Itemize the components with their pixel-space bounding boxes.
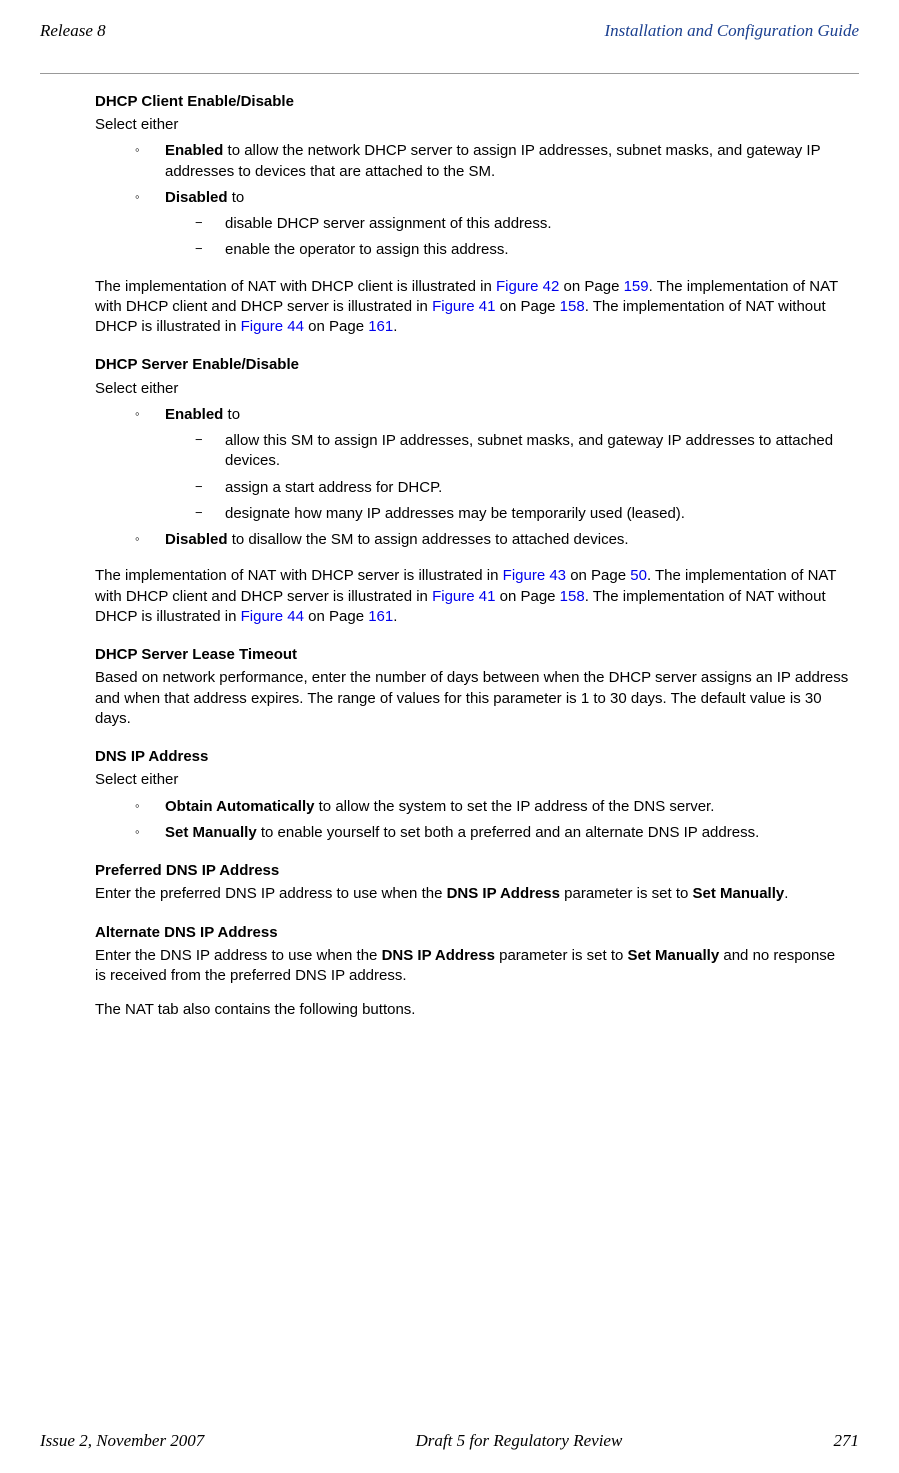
s2-para: The implementation of NAT with DHCP serv… bbox=[95, 566, 849, 627]
s2-intro: Select either bbox=[95, 379, 849, 399]
footer-draft: Draft 5 for Regulatory Review bbox=[416, 1430, 623, 1453]
s1-item2-text: to bbox=[228, 189, 245, 206]
footer-issue: Issue 2, November 2007 bbox=[40, 1430, 204, 1453]
s1-item-enabled: Enabled to allow the network DHCP server… bbox=[135, 141, 849, 182]
page-header: Release 8 Installation and Configuration… bbox=[40, 20, 859, 43]
link-page-161b[interactable]: 161 bbox=[368, 608, 393, 625]
s4-item2-bold: Set Manually bbox=[165, 824, 257, 841]
s4-item-manual: Set Manually to enable yourself to set b… bbox=[135, 823, 849, 843]
s2-item2-bold: Disabled bbox=[165, 531, 228, 548]
header-release: Release 8 bbox=[40, 20, 106, 43]
s4-item1-bold: Obtain Automatically bbox=[165, 798, 314, 815]
header-rule bbox=[40, 73, 859, 74]
s3-para: Based on network performance, enter the … bbox=[95, 668, 849, 729]
s2-sub2: assign a start address for DHCP. bbox=[195, 478, 849, 498]
link-figure-44a[interactable]: Figure 44 bbox=[241, 318, 304, 335]
s2-item2-text: to disallow the SM to assign addresses t… bbox=[228, 531, 629, 548]
footer-page-number: 271 bbox=[834, 1430, 860, 1453]
link-page-158b[interactable]: 158 bbox=[560, 588, 585, 605]
s2-sublist: allow this SM to assign IP addresses, su… bbox=[165, 431, 849, 524]
s1-item1-text: to allow the network DHCP server to assi… bbox=[165, 142, 820, 179]
s2-list: Enabled to allow this SM to assign IP ad… bbox=[95, 405, 849, 551]
s4-heading: DNS IP Address bbox=[95, 747, 849, 767]
s5-para: Enter the preferred DNS IP address to us… bbox=[95, 884, 849, 904]
s1-sub2: enable the operator to assign this addre… bbox=[195, 240, 849, 260]
link-page-159[interactable]: 159 bbox=[624, 278, 649, 295]
link-figure-41a[interactable]: Figure 41 bbox=[432, 298, 495, 315]
s6-para: Enter the DNS IP address to use when the… bbox=[95, 946, 849, 987]
s4-item2-text: to enable yourself to set both a preferr… bbox=[257, 824, 760, 841]
content-body: DHCP Client Enable/Disable Select either… bbox=[95, 92, 849, 1021]
s1-heading: DHCP Client Enable/Disable bbox=[95, 92, 849, 112]
s2-item-disabled: Disabled to disallow the SM to assign ad… bbox=[135, 530, 849, 550]
link-page-158a[interactable]: 158 bbox=[560, 298, 585, 315]
s2-sub3: designate how many IP addresses may be t… bbox=[195, 504, 849, 524]
s2-item-enabled: Enabled to allow this SM to assign IP ad… bbox=[135, 405, 849, 524]
s3-heading: DHCP Server Lease Timeout bbox=[95, 645, 849, 665]
link-figure-42[interactable]: Figure 42 bbox=[496, 278, 559, 295]
s4-intro: Select either bbox=[95, 770, 849, 790]
s4-item1-text: to allow the system to set the IP addres… bbox=[314, 798, 714, 815]
link-figure-44b[interactable]: Figure 44 bbox=[241, 608, 304, 625]
page-footer: Issue 2, November 2007 Draft 5 for Regul… bbox=[40, 1430, 859, 1453]
s2-sub1: allow this SM to assign IP addresses, su… bbox=[195, 431, 849, 472]
link-figure-41b[interactable]: Figure 41 bbox=[432, 588, 495, 605]
link-page-161a[interactable]: 161 bbox=[368, 318, 393, 335]
s1-item2-bold: Disabled bbox=[165, 189, 228, 206]
s1-sublist: disable DHCP server assignment of this a… bbox=[165, 214, 849, 261]
link-figure-43[interactable]: Figure 43 bbox=[503, 567, 566, 584]
s2-item1-bold: Enabled bbox=[165, 406, 223, 423]
s1-item1-bold: Enabled bbox=[165, 142, 223, 159]
s1-para: The implementation of NAT with DHCP clie… bbox=[95, 277, 849, 338]
header-title: Installation and Configuration Guide bbox=[604, 20, 859, 43]
link-page-50[interactable]: 50 bbox=[630, 567, 647, 584]
s6-heading: Alternate DNS IP Address bbox=[95, 923, 849, 943]
s1-sub1: disable DHCP server assignment of this a… bbox=[195, 214, 849, 234]
s1-list: Enabled to allow the network DHCP server… bbox=[95, 141, 849, 260]
s6-final: The NAT tab also contains the following … bbox=[95, 1000, 849, 1020]
s2-item1-text: to bbox=[223, 406, 240, 423]
s1-intro: Select either bbox=[95, 115, 849, 135]
s2-heading: DHCP Server Enable/Disable bbox=[95, 355, 849, 375]
s4-list: Obtain Automatically to allow the system… bbox=[95, 797, 849, 844]
s1-item-disabled: Disabled to disable DHCP server assignme… bbox=[135, 188, 849, 261]
s4-item-auto: Obtain Automatically to allow the system… bbox=[135, 797, 849, 817]
s5-heading: Preferred DNS IP Address bbox=[95, 861, 849, 881]
